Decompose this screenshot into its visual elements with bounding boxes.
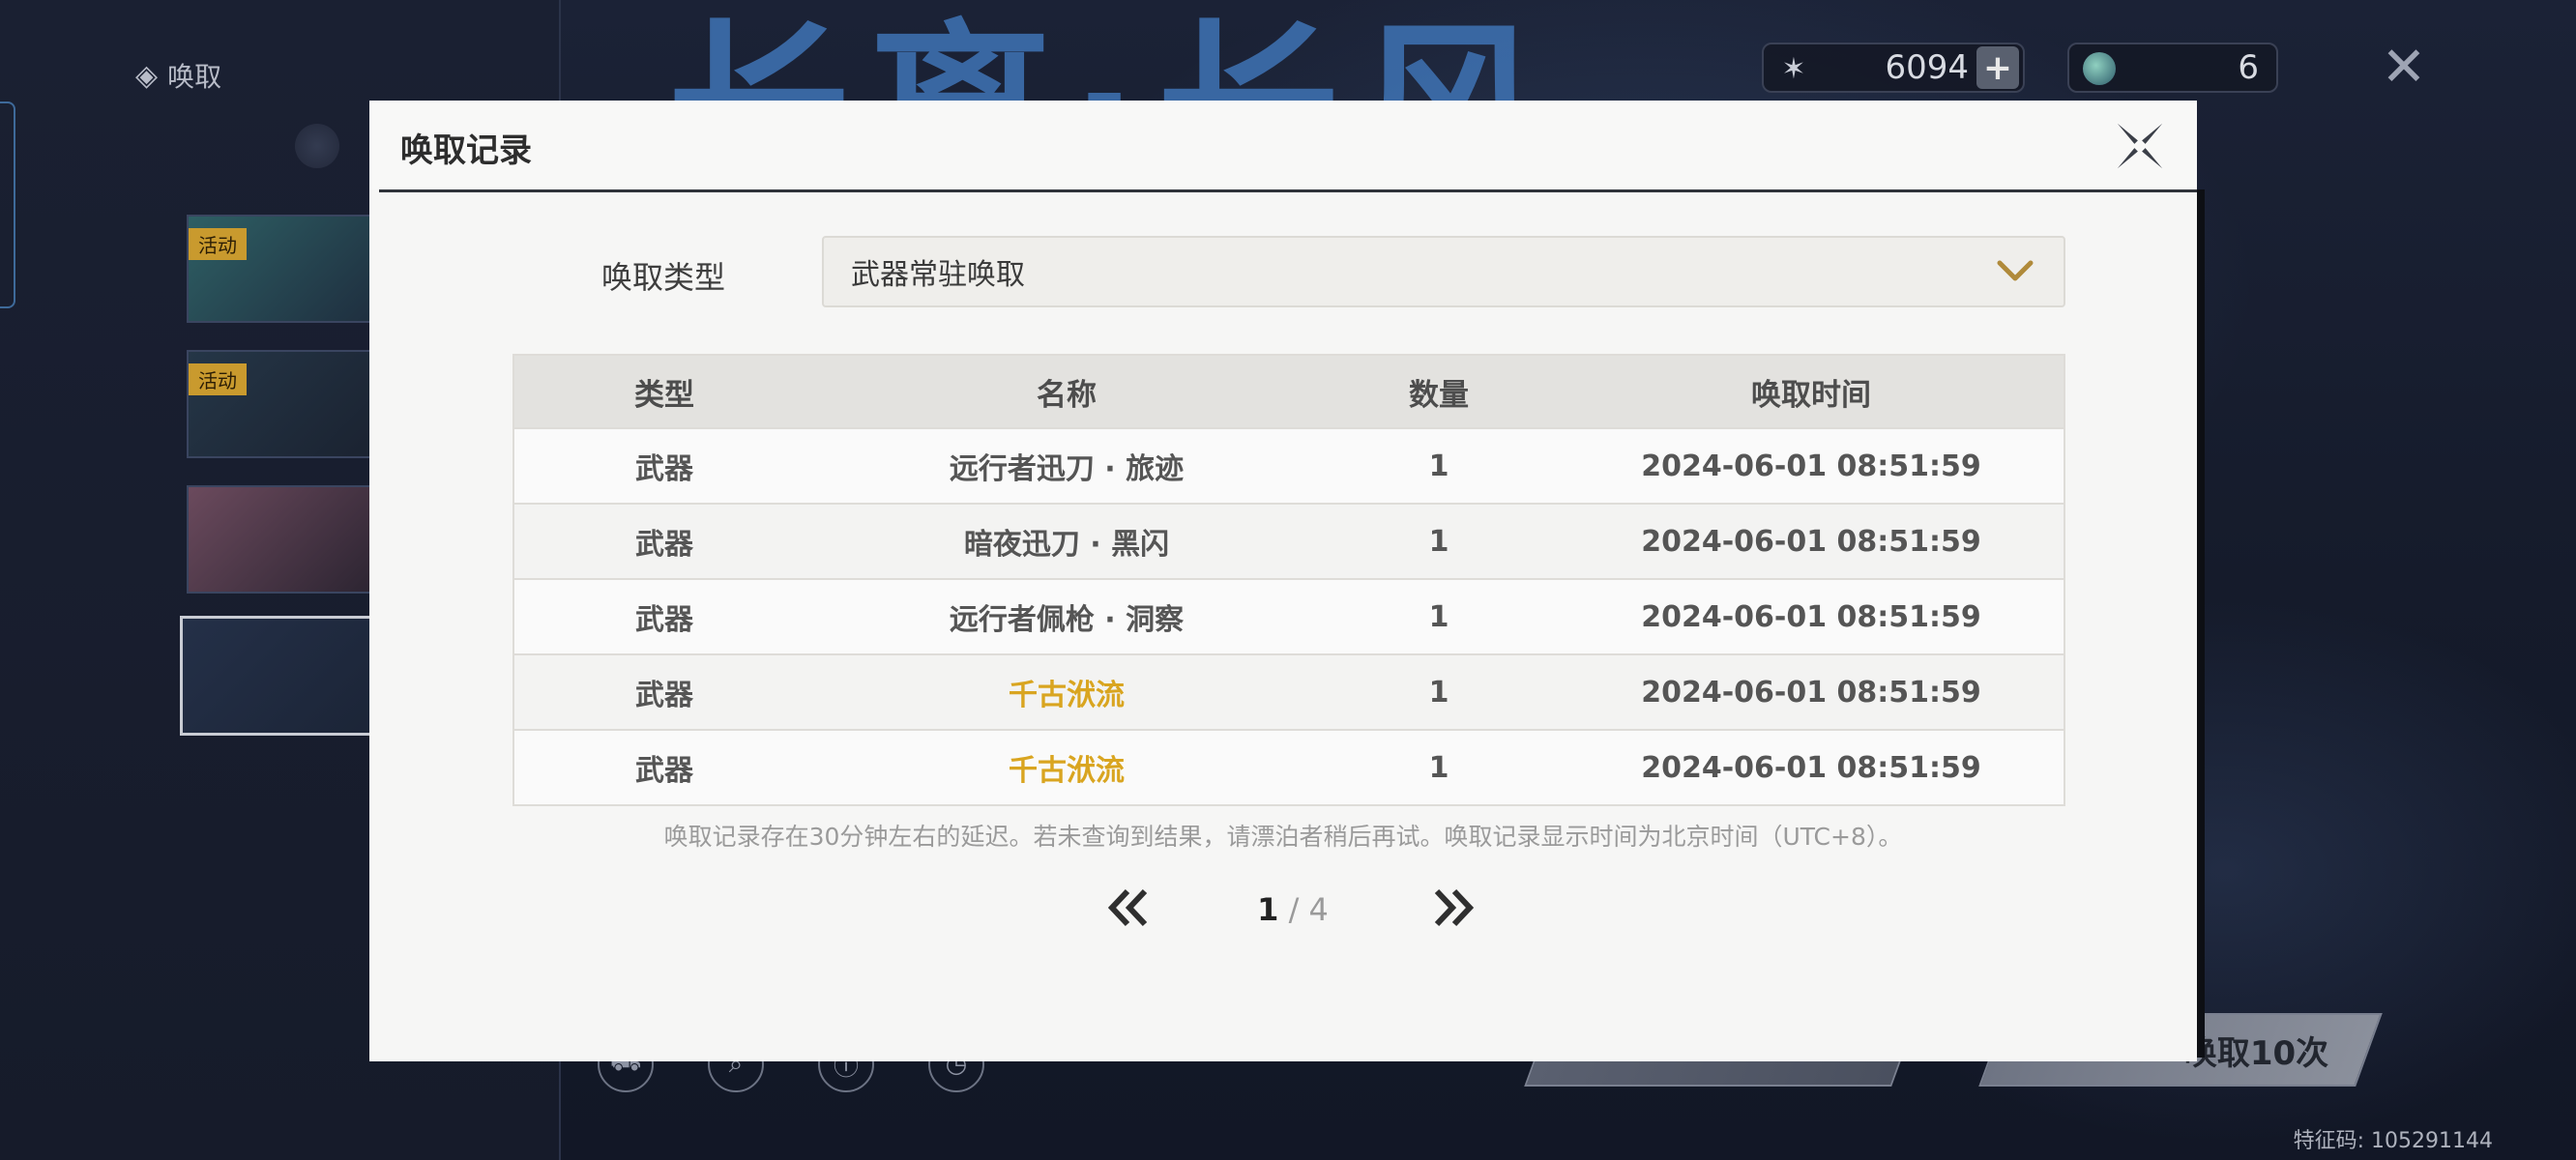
table-row: 武器 远行者佩枪 · 洞察 1 2024-06-01 08:51:59 [514, 578, 2064, 653]
cell-time: 2024-06-01 08:51:59 [1641, 750, 1981, 785]
sidebar-bracket [0, 102, 15, 308]
add-currency-button[interactable]: + [1976, 46, 2019, 89]
cell-time: 2024-06-01 08:51:59 [1641, 599, 1981, 634]
column-header-type: 类型 [634, 377, 694, 413]
convene-ten-label: 唤取10次 [2183, 1033, 2328, 1073]
header-divider [379, 189, 2197, 192]
cell-type: 武器 [635, 679, 693, 712]
banner-thumbnail[interactable]: 活动 [187, 215, 384, 323]
banner-thumbnail-selected[interactable] [180, 616, 389, 736]
dialog-header: 唤取记录 [369, 101, 2197, 189]
cell-name: 千古洑流 [1009, 754, 1125, 788]
delay-notice: 唤取记录存在30分钟左右的延迟。若未查询到结果，请漂泊者稍后再试。唤取记录显示时… [663, 823, 1903, 851]
banner-thumbnail[interactable] [187, 485, 384, 594]
next-page-icon[interactable] [1427, 885, 1478, 930]
convene-record-dialog: 唤取记录 唤取类型 武器常驻唤取 类型 名称 数量 唤取时间 武器 远行者迅刀 … [369, 101, 2197, 1061]
column-header-count: 数量 [1409, 377, 1469, 413]
column-header-time: 唤取时间 [1751, 377, 1871, 413]
convene-type-value: 武器常驻唤取 [851, 258, 1025, 292]
table-row: 武器 远行者迅刀 · 旅迹 1 2024-06-01 08:51:59 [514, 427, 2064, 503]
cell-type: 武器 [635, 452, 693, 486]
cell-name: 千古洑流 [1009, 679, 1125, 712]
close-button[interactable] [2108, 114, 2172, 178]
astrite-amount: 6094 [1885, 48, 1969, 87]
pagination: 1 / 4 [369, 882, 2197, 940]
astrite-counter: ✶ 6094 + [1762, 43, 2025, 93]
sidebar-title: ◈ 唤取 [135, 56, 221, 95]
record-table: 类型 名称 数量 唤取时间 武器 远行者迅刀 · 旅迹 1 2024-06-01… [512, 354, 2065, 806]
table-body: 武器 远行者迅刀 · 旅迹 1 2024-06-01 08:51:59 武器 暗… [514, 427, 2064, 804]
cell-count: 1 [1428, 675, 1449, 710]
cell-name: 远行者佩枪 · 洞察 [949, 603, 1185, 637]
cell-count: 1 [1428, 449, 1449, 483]
close-icon [2117, 123, 2163, 169]
cell-count: 1 [1428, 750, 1449, 785]
table-row: 武器 暗夜迅刀 · 黑闪 1 2024-06-01 08:51:59 [514, 503, 2064, 578]
convene-icon: ◈ [135, 58, 159, 93]
page-separator: / [1278, 891, 1309, 928]
table-row: 武器 千古洑流 1 2024-06-01 08:51:59 [514, 653, 2064, 729]
cell-count: 1 [1428, 524, 1449, 559]
chevron-down-icon [1997, 260, 2034, 281]
hex-decoration [295, 124, 339, 168]
page-indicator: 1 / 4 [1220, 891, 1365, 928]
previous-page-icon[interactable] [1104, 885, 1155, 930]
exit-icon[interactable]: ✕ [2375, 39, 2433, 97]
tide-counter: 6 [2067, 43, 2278, 93]
cell-name: 暗夜迅刀 · 黑闪 [963, 528, 1170, 562]
table-row: 武器 千古洑流 1 2024-06-01 08:51:59 [514, 729, 2064, 804]
convene-type-select[interactable]: 武器常驻唤取 [822, 236, 2065, 307]
dialog-edge [2197, 189, 2205, 1058]
astrite-star-icon: ✶ [1781, 51, 1806, 86]
event-tag: 活动 [189, 363, 247, 395]
current-page: 1 [1257, 891, 1279, 928]
cell-type: 武器 [635, 528, 693, 562]
cell-time: 2024-06-01 08:51:59 [1641, 524, 1981, 559]
column-header-name: 名称 [1037, 377, 1097, 413]
sidebar-title-label: 唤取 [167, 61, 222, 93]
event-tag: 活动 [189, 228, 247, 260]
cell-time: 2024-06-01 08:51:59 [1641, 675, 1981, 710]
banner-thumbnail[interactable]: 活动 [187, 350, 384, 458]
tide-amount: 6 [2238, 48, 2259, 87]
lustrous-tide-orb-icon [2083, 52, 2116, 85]
cell-name: 远行者迅刀 · 旅迹 [949, 452, 1185, 486]
table-header: 类型 名称 数量 唤取时间 [514, 356, 2064, 427]
cell-time: 2024-06-01 08:51:59 [1641, 449, 1981, 483]
cell-count: 1 [1428, 599, 1449, 634]
cell-type: 武器 [635, 603, 693, 637]
cell-type: 武器 [635, 754, 693, 788]
total-pages: 4 [1308, 891, 1329, 928]
feature-code: 特征码: 105291144 [2293, 1129, 2493, 1153]
dialog-title: 唤取记录 [400, 131, 532, 170]
filter-label: 唤取类型 [601, 259, 726, 296]
